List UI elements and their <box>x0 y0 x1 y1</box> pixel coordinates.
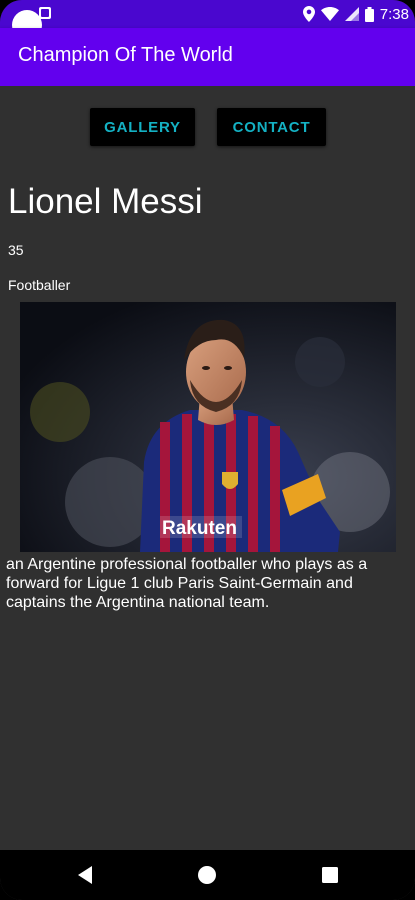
back-button[interactable] <box>74 864 96 886</box>
player-photo: Rakuten <box>20 302 396 552</box>
notification-icon <box>39 7 51 19</box>
status-time: 7:38 <box>379 5 409 23</box>
home-icon <box>198 866 216 884</box>
contact-button[interactable]: CONTACT <box>217 108 326 146</box>
app-title: Champion Of The World <box>18 44 233 66</box>
status-bar: 7:38 <box>0 0 415 40</box>
main-content: GALLERY CONTACT Lionel Messi 35 Football… <box>0 86 415 850</box>
location-icon <box>302 6 315 22</box>
status-icons: 7:38 <box>302 4 409 24</box>
phone-screen: 7:38 Champion Of The World GALLERY CONTA… <box>0 0 415 900</box>
profile-name: Lionel Messi <box>8 182 203 221</box>
back-icon <box>78 866 92 884</box>
recents-icon <box>322 867 338 883</box>
app-bar: Champion Of The World <box>0 28 415 86</box>
profile-description: an Argentine professional footballer who… <box>6 556 368 611</box>
player-photo-illustration: Rakuten <box>20 302 396 552</box>
battery-icon <box>364 6 374 22</box>
gallery-button[interactable]: GALLERY <box>90 108 195 146</box>
home-button[interactable] <box>196 864 218 886</box>
profile-age: 35 <box>8 242 24 258</box>
navigation-bar <box>0 850 415 900</box>
signal-icon <box>344 7 359 21</box>
jersey-sponsor-text: Rakuten <box>162 518 237 539</box>
recents-button[interactable] <box>319 864 341 886</box>
profile-profession: Footballer <box>8 277 71 293</box>
wifi-icon <box>320 7 339 21</box>
